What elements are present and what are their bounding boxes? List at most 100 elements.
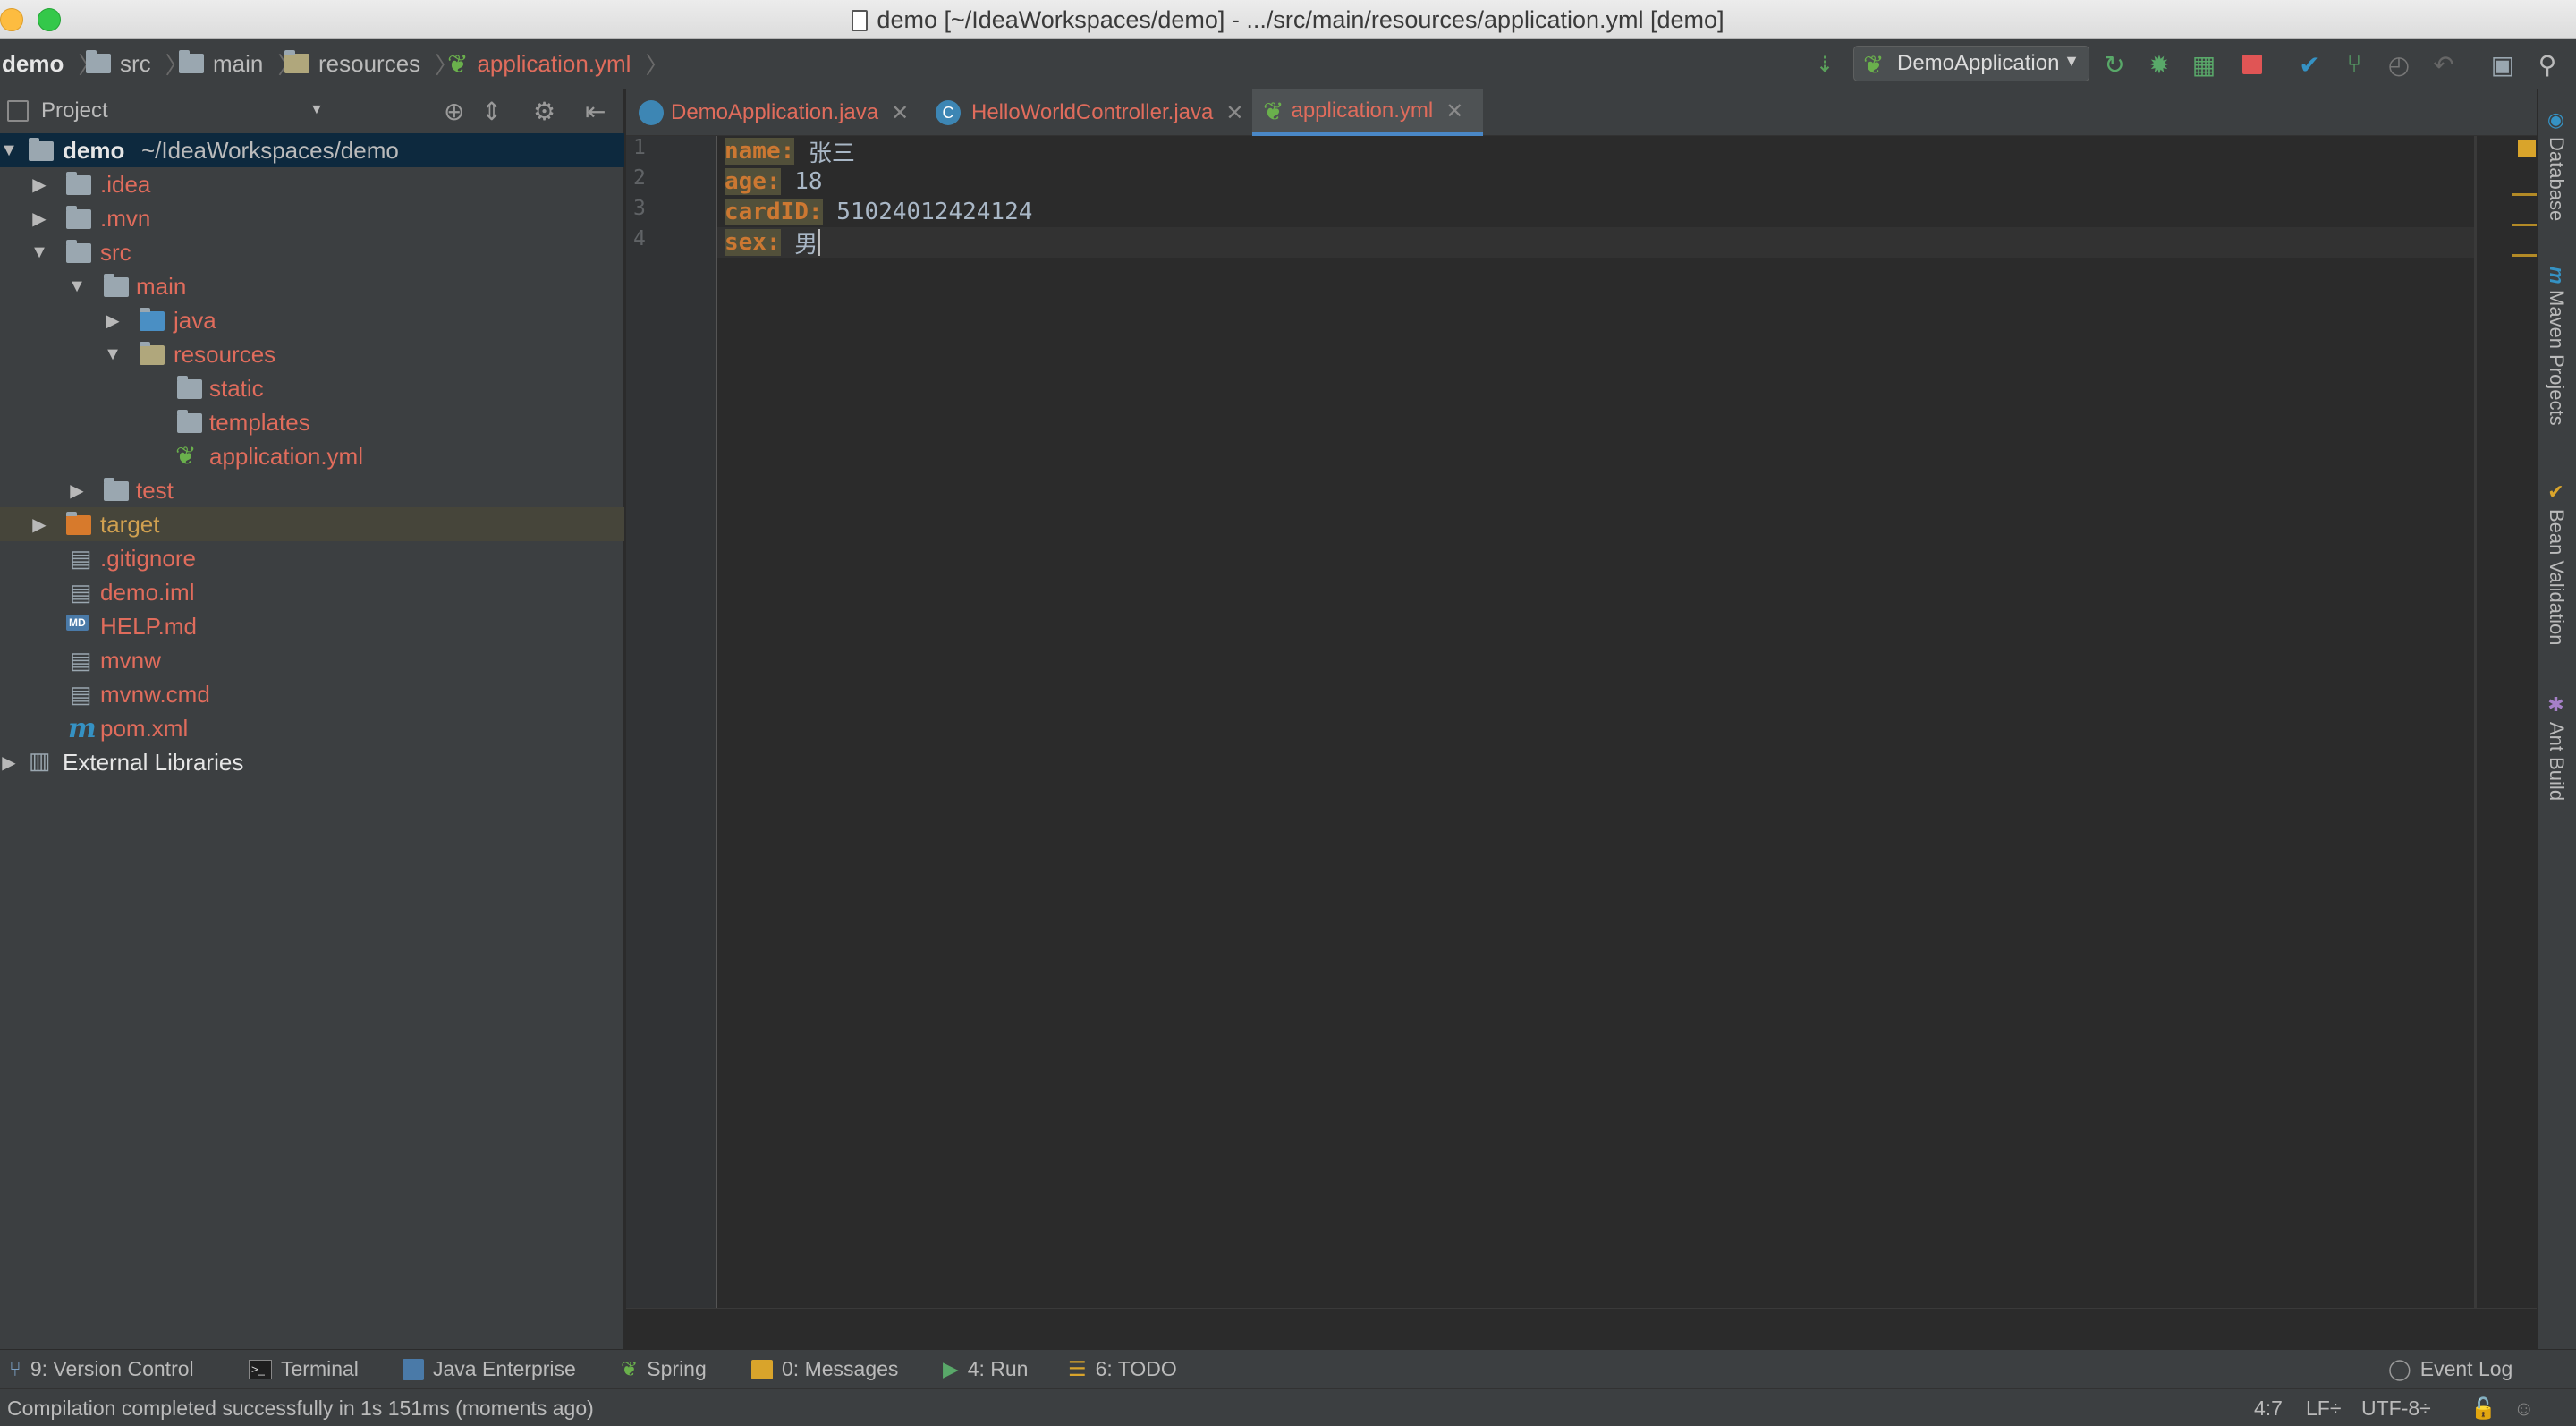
tree-item-mvn[interactable]: ▶ .mvn bbox=[0, 201, 624, 235]
folder-icon bbox=[104, 274, 129, 297]
maven-icon: m bbox=[2546, 267, 2568, 284]
debug-icon[interactable]: ✹ bbox=[2143, 48, 2175, 81]
tree-item-mvnw[interactable]: ▤ mvnw bbox=[0, 643, 624, 677]
tree-item-target[interactable]: ▶ target bbox=[0, 507, 624, 541]
tree-item-demo[interactable]: ▼ demo ~/IdeaWorkspaces/demo bbox=[0, 133, 624, 167]
project-panel-header: Project ▼ ⊕ ⇕ ⚙ ⇤ bbox=[0, 89, 624, 134]
lock-icon[interactable]: 🔓 bbox=[2470, 1396, 2496, 1421]
hide-panel-icon[interactable]: ⇤ bbox=[585, 97, 606, 126]
rerun-icon[interactable]: ↻ bbox=[2098, 48, 2131, 81]
warning-mark[interactable] bbox=[2512, 254, 2538, 257]
warning-mark[interactable] bbox=[2512, 193, 2538, 196]
project-tool-window: Project ▼ ⊕ ⇕ ⚙ ⇤ ▼ demo ~/IdeaWorkspace… bbox=[0, 89, 624, 1349]
spring-boot-icon: ❦ bbox=[1863, 51, 1885, 79]
spring-leaf-icon: ❦ bbox=[447, 49, 469, 78]
code-editor[interactable] bbox=[717, 136, 2474, 1308]
java-enterprise-icon bbox=[402, 1358, 424, 1380]
close-icon[interactable]: ✕ bbox=[1225, 100, 1243, 126]
database-tool-tab[interactable]: ◉ Database bbox=[2540, 109, 2572, 221]
ant-build-tool-tab[interactable]: ✱ Ant Build bbox=[2540, 694, 2572, 801]
text-file-icon: ▤ bbox=[70, 647, 92, 674]
tree-item-resources[interactable]: ▼ resources bbox=[0, 337, 624, 371]
locate-icon[interactable]: ⊕ bbox=[444, 97, 464, 126]
search-icon[interactable]: ⚲ bbox=[2531, 48, 2563, 81]
chevron-down-icon[interactable]: ▼ bbox=[309, 102, 324, 118]
collapse-all-icon[interactable]: ⇕ bbox=[481, 97, 502, 126]
tab-hello-world-controller[interactable]: C HelloWorldController.java ✕ bbox=[936, 89, 1243, 136]
module-file-icon: ▤ bbox=[70, 579, 92, 606]
event-log-icon: ◯ bbox=[2388, 1357, 2411, 1380]
code-line[interactable]: sex: 男 bbox=[724, 227, 821, 259]
project-structure-icon[interactable]: ▣ bbox=[2487, 48, 2519, 81]
tree-item-idea[interactable]: ▶ .idea bbox=[0, 167, 624, 201]
tree-item-src[interactable]: ▼ src bbox=[0, 235, 624, 269]
warning-indicator-icon[interactable] bbox=[2518, 140, 2536, 157]
tree-item-templates[interactable]: templates bbox=[0, 405, 624, 439]
breadcrumb-resources[interactable]: resources 〉 bbox=[284, 48, 458, 79]
tool-terminal[interactable]: >_ Terminal bbox=[249, 1357, 359, 1381]
folder-icon bbox=[177, 410, 202, 433]
tool-run[interactable]: ▶ 4: Run bbox=[943, 1357, 1028, 1381]
vcs-update-icon[interactable]: ⇣ bbox=[1809, 48, 1841, 81]
inspector-icon[interactable]: ☺ bbox=[2513, 1396, 2534, 1421]
tab-demo-application[interactable]: DemoApplication.java ✕ bbox=[639, 89, 909, 136]
code-line[interactable]: age: 18 bbox=[724, 166, 823, 197]
coverage-icon[interactable]: ▦ bbox=[2188, 48, 2220, 81]
tree-item-static[interactable]: static bbox=[0, 371, 624, 405]
tool-event-log[interactable]: ◯ Event Log bbox=[2388, 1357, 2512, 1381]
caret-position[interactable]: 4:7 bbox=[2254, 1396, 2283, 1421]
tree-item-external-libraries[interactable]: ▶ ▥ External Libraries bbox=[0, 745, 624, 779]
encoding-select[interactable]: UTF-8÷ bbox=[2361, 1396, 2431, 1421]
horizontal-scrollbar[interactable] bbox=[626, 1308, 2537, 1349]
text-file-icon: ▤ bbox=[70, 545, 92, 572]
tree-item-pom-xml[interactable]: m pom.xml bbox=[0, 711, 624, 745]
tree-item-application-yml[interactable]: ❦ application.yml bbox=[0, 439, 624, 473]
tab-application-yml[interactable]: ❦ application.yml ✕ bbox=[1252, 89, 1483, 136]
line-separator-select[interactable]: LF÷ bbox=[2306, 1396, 2341, 1421]
breadcrumb-src[interactable]: src 〉 bbox=[86, 48, 189, 79]
spring-leaf-icon: ❦ bbox=[1263, 97, 1284, 125]
tree-item-test[interactable]: ▶ test bbox=[0, 473, 624, 507]
bean-validation-tool-tab[interactable]: ✔ Bean Validation bbox=[2540, 481, 2572, 646]
tool-messages[interactable]: 0: Messages bbox=[751, 1357, 898, 1381]
tree-item-java[interactable]: ▶ java bbox=[0, 303, 624, 337]
folder-icon bbox=[66, 172, 91, 195]
code-line[interactable]: cardID: 51024012424124 bbox=[724, 197, 1032, 227]
ant-icon: ✱ bbox=[2546, 694, 2568, 717]
project-view-select[interactable]: Project bbox=[41, 98, 108, 123]
code-line[interactable]: name: 张三 bbox=[724, 136, 855, 167]
vcs-branch-icon[interactable]: ⑂ bbox=[2338, 48, 2370, 81]
tree-item-gitignore[interactable]: ▤ .gitignore bbox=[0, 541, 624, 575]
close-icon[interactable]: ✕ bbox=[891, 100, 909, 126]
run-configuration-select[interactable]: ❦ DemoApplication ▼ bbox=[1853, 46, 2089, 81]
vcs-commit-icon[interactable]: ✔ bbox=[2293, 48, 2326, 81]
tree-item-help-md[interactable]: MD HELP.md bbox=[0, 609, 624, 643]
vcs-history-icon[interactable]: ◴ bbox=[2383, 48, 2415, 81]
folder-icon bbox=[86, 50, 111, 73]
maven-projects-tool-tab[interactable]: m Maven Projects bbox=[2540, 267, 2572, 425]
navigation-bar: demo〉 src〉 main〉 resources〉 ❦application… bbox=[0, 39, 2576, 89]
tool-todo[interactable]: ☰ 6: TODO bbox=[1068, 1357, 1177, 1381]
gear-icon[interactable]: ⚙ bbox=[533, 97, 555, 126]
expand-arrow-icon[interactable]: ▼ bbox=[0, 140, 18, 161]
close-icon[interactable]: ✕ bbox=[1445, 98, 1463, 124]
tree-item-demo-iml[interactable]: ▤ demo.iml bbox=[0, 575, 624, 609]
messages-icon bbox=[751, 1359, 773, 1379]
bean-validation-icon: ✔ bbox=[2546, 481, 2568, 504]
undo-icon[interactable]: ↶ bbox=[2428, 48, 2460, 81]
tree-item-main[interactable]: ▼ main bbox=[0, 269, 624, 303]
window-title-bar: demo [~/IdeaWorkspaces/demo] - .../src/m… bbox=[0, 0, 2576, 39]
warning-mark[interactable] bbox=[2512, 224, 2538, 226]
editor-gutter bbox=[626, 136, 716, 1308]
tool-spring[interactable]: ❦ Spring bbox=[621, 1357, 707, 1381]
breadcrumb-application-yml[interactable]: ❦ application.yml 〉 bbox=[447, 48, 668, 79]
spring-leaf-icon: ❦ bbox=[621, 1357, 639, 1380]
current-line-highlight bbox=[717, 227, 2474, 258]
module-folder-icon bbox=[29, 138, 54, 161]
stop-icon[interactable] bbox=[2236, 48, 2268, 81]
tool-version-control[interactable]: ⑂ 9: Version Control bbox=[9, 1357, 194, 1381]
tree-item-mvnw-cmd[interactable]: ▤ mvnw.cmd bbox=[0, 677, 624, 711]
breadcrumb-main[interactable]: main〉 bbox=[179, 48, 301, 79]
error-stripe[interactable] bbox=[2476, 136, 2538, 1308]
tool-java-enterprise[interactable]: Java Enterprise bbox=[402, 1357, 576, 1381]
